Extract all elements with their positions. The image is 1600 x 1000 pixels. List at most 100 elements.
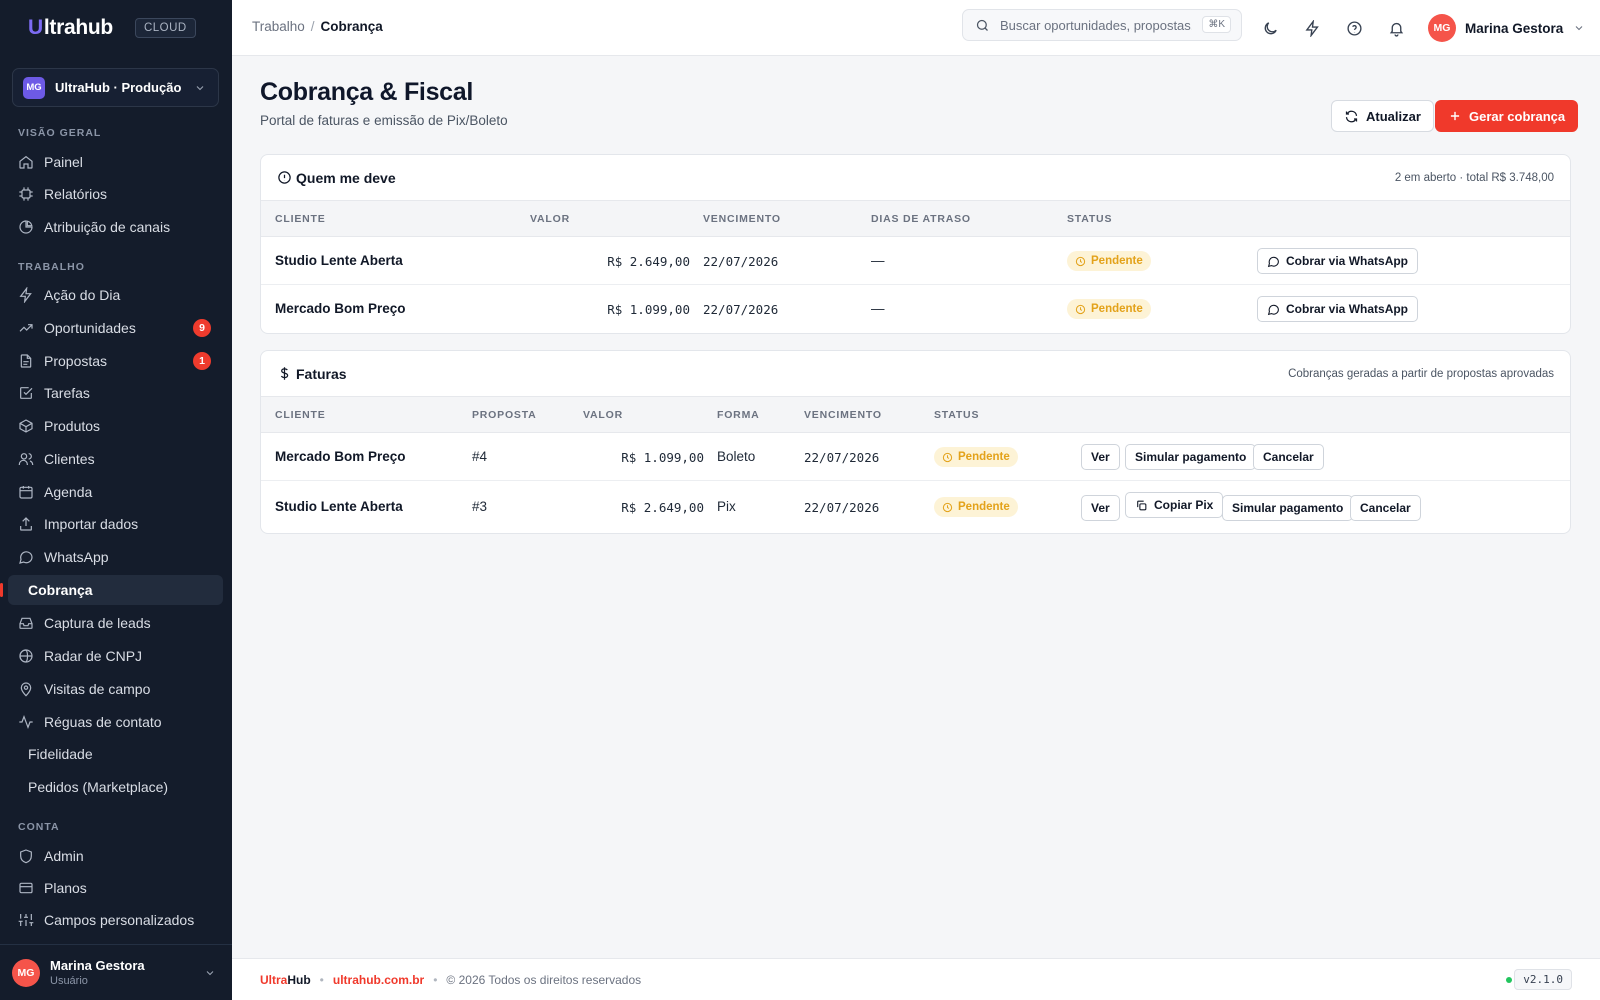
chat-icon	[19, 551, 33, 564]
sidebar-item-relatorios[interactable]: Relatórios	[8, 179, 223, 209]
sidebar-item-label: Propostas	[44, 353, 108, 369]
footer-separator: •	[319, 972, 324, 987]
users-icon	[18, 453, 34, 465]
help-circle-icon	[1346, 20, 1362, 36]
sidebar-item-campos-personalizados[interactable]: Campos personalizados	[8, 905, 223, 935]
card-title: Quem me deve	[296, 169, 396, 186]
sidebar-item-whatsapp[interactable]: WhatsApp	[8, 542, 223, 572]
cancel-button[interactable]: Cancelar	[1253, 444, 1324, 470]
breadcrumb: Trabalho / Cobrança	[252, 19, 383, 34]
sidebar-item-label: Réguas de contato	[44, 714, 162, 730]
sidebar-item-clientes[interactable]: Clientes	[8, 444, 223, 474]
footer-site-link[interactable]: ultrahub.com.br	[333, 973, 424, 987]
workspace-switcher[interactable]: MG UltraHub · Produção	[12, 68, 219, 107]
sidebar-item-label: Tarefas	[44, 385, 90, 401]
sidebar-item-label: Ação do Dia	[44, 287, 121, 303]
payment-method: Boleto	[717, 449, 756, 464]
invoices-card: Faturas Cobranças geradas a partir de pr…	[260, 350, 1571, 534]
sidebar-item-planos[interactable]: Planos	[8, 873, 223, 903]
help-button[interactable]	[1344, 18, 1364, 38]
sidebar-item-visitas-de-campo[interactable]: Visitas de campo	[8, 674, 223, 704]
days-late: —	[871, 253, 885, 268]
sidebar-item-label: Visitas de campo	[44, 681, 151, 697]
ultrahub-logo[interactable]: U ltrahub	[28, 16, 113, 40]
quick-actions-button[interactable]	[1302, 18, 1322, 38]
view-button[interactable]: Ver	[1081, 444, 1120, 470]
search-box[interactable]: ⌘K	[962, 9, 1242, 41]
charge-whatsapp-button[interactable]: Cobrar via WhatsApp	[1257, 248, 1419, 274]
sidebar-item-atribuicao[interactable]: Atribuição de canais	[8, 212, 223, 242]
notifications-button[interactable]	[1386, 18, 1406, 38]
search-input[interactable]	[1000, 17, 1192, 33]
simulate-payment-button[interactable]: Simular pagamento	[1125, 444, 1257, 470]
breadcrumb-separator: /	[310, 19, 315, 34]
table-row: Studio Lente Aberta R$ 2.649,00 22/07/20…	[261, 237, 1570, 285]
refresh-icon	[1345, 110, 1358, 122]
sidebar: U ltrahub CLOUD MG UltraHub · Produção V…	[0, 0, 232, 1000]
workspace-name: UltraHub · Produção	[55, 80, 182, 95]
sidebar-item-fidelidade[interactable]: Fidelidade	[8, 739, 223, 769]
trending-up-icon	[19, 324, 33, 332]
sidebar-item-tarefas[interactable]: Tarefas	[8, 378, 223, 408]
sidebar-item-propostas[interactable]: Propostas 1	[8, 346, 223, 376]
sidebar-item-pedidos-marketplace[interactable]: Pedidos (Marketplace)	[8, 772, 223, 802]
footer-separator: •	[433, 972, 438, 987]
sidebar-item-cobranca[interactable]: Cobrança	[0, 575, 223, 605]
status-label: Pendente	[1091, 255, 1143, 267]
generate-charge-button[interactable]: Gerar cobrança	[1435, 100, 1579, 132]
sidebar-item-captura-de-leads[interactable]: Captura de leads	[8, 608, 223, 638]
theme-toggle-button[interactable]	[1260, 18, 1280, 38]
simulate-payment-button[interactable]: Simular pagamento	[1222, 495, 1354, 521]
sidebar-item-admin[interactable]: Admin	[8, 841, 223, 871]
proposal-number[interactable]: #4	[472, 449, 487, 464]
card-title: Faturas	[296, 365, 347, 382]
status-badge: Pendente	[1067, 299, 1151, 319]
refresh-label: Atualizar	[1366, 108, 1421, 124]
sidebar-item-importar-dados[interactable]: Importar dados	[8, 509, 223, 539]
column-header: CLIENTE	[275, 213, 326, 225]
sidebar-item-reguas-de-contato[interactable]: Réguas de contato	[8, 707, 223, 737]
calendar-icon	[19, 486, 33, 499]
home-icon	[19, 155, 33, 169]
user-menu[interactable]: MG Marina Gestora	[1428, 14, 1585, 42]
cancel-button[interactable]: Cancelar	[1350, 495, 1421, 521]
chat-icon	[1267, 304, 1279, 315]
sidebar-item-radar-cnpj[interactable]: Radar de CNPJ	[8, 641, 223, 671]
amount: R$ 1.099,00	[621, 450, 704, 465]
sidebar-item-label: Agenda	[44, 484, 93, 500]
sidebar-item-oportunidades[interactable]: Oportunidades 9	[8, 313, 223, 343]
radar-icon	[19, 649, 33, 663]
button-label: Cobrar via WhatsApp	[1286, 302, 1409, 316]
footer-brand-ultra: Ultra	[260, 972, 288, 987]
table-row: Studio Lente Aberta #3 R$ 2.649,00 Pix 2…	[261, 481, 1570, 533]
charge-whatsapp-button[interactable]: Cobrar via WhatsApp	[1257, 296, 1419, 322]
sidebar-item-acao-do-dia[interactable]: Ação do Dia	[8, 280, 223, 310]
footer-copyright: © 2026 Todos os direitos reservados	[446, 972, 642, 987]
proposal-number[interactable]: #3	[472, 499, 487, 514]
client-name: Mercado Bom Preço	[275, 449, 406, 464]
cloud-badge: CLOUD	[134, 18, 196, 38]
payment-method: Pix	[717, 499, 736, 514]
card-header: Quem me deve 2 em aberto · total R$ 3.74…	[261, 155, 1570, 201]
brand: U ltrahub CLOUD	[0, 0, 232, 56]
clock-icon	[942, 502, 953, 512]
footer-brand: UltraHub	[260, 973, 311, 987]
breadcrumb-parent[interactable]: Trabalho	[252, 19, 305, 34]
upload-icon	[20, 517, 32, 531]
active-indicator	[0, 583, 3, 597]
copy-pix-button[interactable]: Copiar Pix	[1125, 492, 1224, 518]
sidebar-user-menu[interactable]: MG Marina Gestora Usuário	[0, 944, 232, 1000]
generate-charge-label: Gerar cobrança	[1469, 108, 1566, 124]
status-dot	[1506, 977, 1512, 983]
sidebar-item-label: Atribuição de canais	[44, 219, 171, 235]
status-label: Pendente	[1091, 303, 1143, 315]
footer: UltraHub • ultrahub.com.br • © 2026 Todo…	[232, 958, 1600, 1000]
sidebar-item-agenda[interactable]: Agenda	[8, 477, 223, 507]
refresh-button[interactable]: Atualizar	[1331, 100, 1434, 132]
sidebar-item-painel[interactable]: Painel	[8, 147, 223, 177]
view-button[interactable]: Ver	[1081, 495, 1120, 521]
chip-icon	[19, 187, 33, 201]
avatar: MG	[1428, 14, 1456, 42]
bolt-icon	[1304, 19, 1319, 37]
sidebar-item-produtos[interactable]: Produtos	[8, 411, 223, 441]
